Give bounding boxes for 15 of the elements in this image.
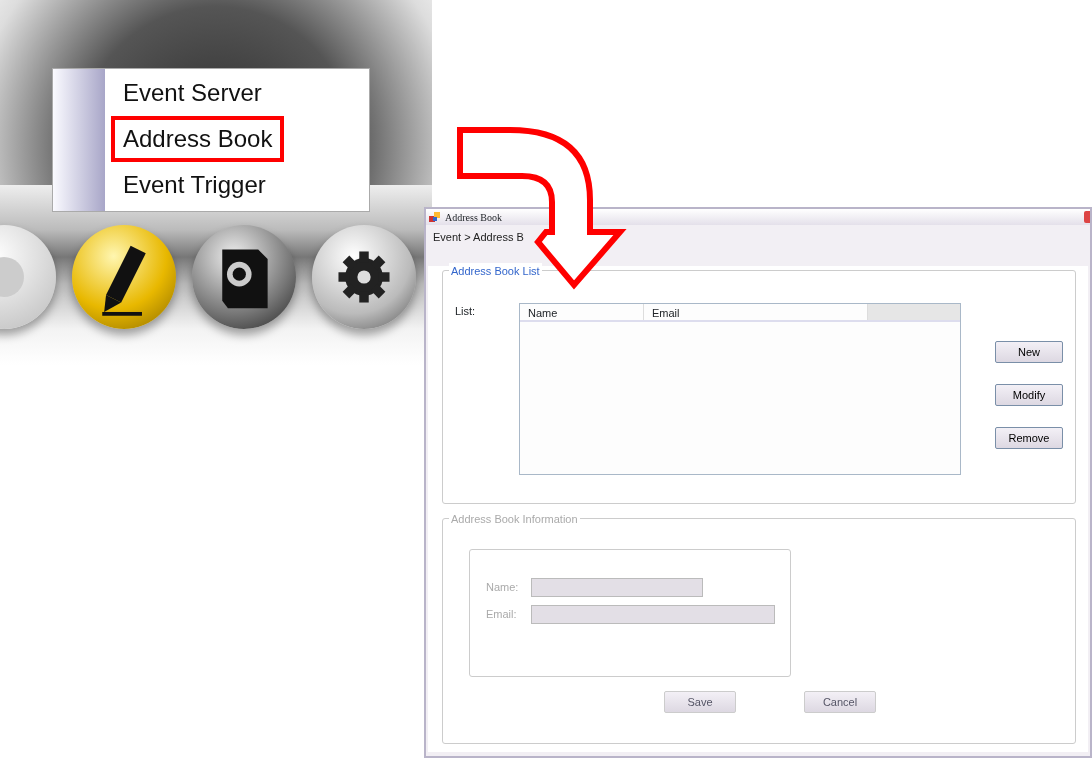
address-list[interactable]: Name Email <box>519 303 961 475</box>
window-button[interactable]: Modify <box>995 384 1063 406</box>
window-title: Address Book <box>445 210 502 225</box>
list-label: List: <box>455 304 477 319</box>
column-header[interactable]: Name <box>520 304 644 320</box>
window-button[interactable]: Remove <box>995 427 1063 449</box>
close-icon[interactable] <box>1084 211 1090 224</box>
field-label: Name: <box>486 580 520 596</box>
menu-item[interactable]: Event Trigger <box>111 162 285 208</box>
field-label: Email: <box>486 607 518 623</box>
menu-item[interactable]: Address Book <box>111 116 285 162</box>
app-icon <box>429 211 441 223</box>
breadcrumb: Event > Address B <box>433 231 524 244</box>
menu-item[interactable]: Event Server <box>111 70 285 116</box>
window-button[interactable]: New <box>995 341 1063 363</box>
